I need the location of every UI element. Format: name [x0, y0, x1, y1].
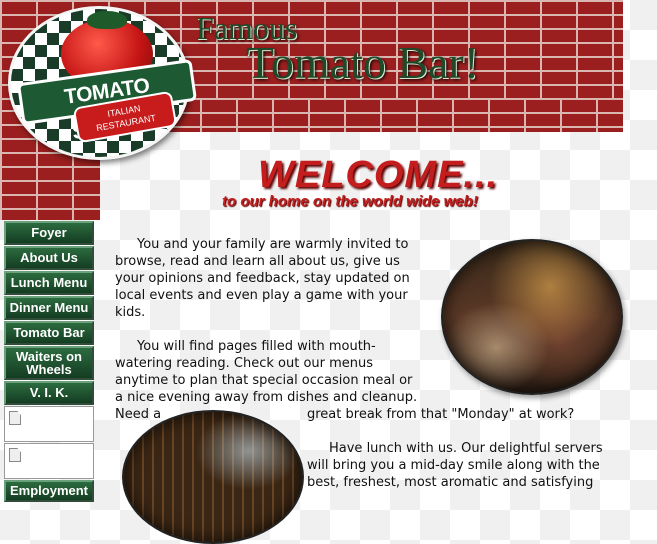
nav-dinner-menu-button[interactable]: Dinner Menu: [4, 296, 94, 320]
nav-lunch-menu-button[interactable]: Lunch Menu: [4, 271, 94, 295]
menus-paragraph-cont: great break from that "Monday" at work?: [307, 407, 575, 422]
nav-tomato-bar-button[interactable]: Tomato Bar: [4, 321, 94, 345]
broken-image-placeholder[interactable]: [4, 406, 94, 442]
welcome-title: WELCOME...: [258, 154, 499, 196]
header-tomato-bar: Tomato Bar!: [246, 37, 480, 88]
lunch-paragraph-text: Have lunch with us. Our delightful serve…: [307, 441, 603, 490]
wine-rack-photo: [122, 410, 304, 544]
nav-waiters-on-wheels-button[interactable]: Waiters on Wheels: [4, 346, 94, 380]
tomato-street-logo[interactable]: TOMATO STREET ITALIAN RESTAURANT: [8, 6, 198, 160]
lunch-paragraph: Have lunch with us. Our delightful serve…: [307, 440, 607, 491]
intro-paragraph: You and your family are warmly invited t…: [115, 236, 420, 321]
nav-vik-button[interactable]: V. I. K.: [4, 381, 94, 405]
broken-image-icon: [9, 411, 21, 425]
intro-paragraph-text: You and your family are warmly invited t…: [115, 237, 410, 320]
tomato-leaf-icon: [87, 11, 127, 29]
side-nav: Foyer About Us Lunch Menu Dinner Menu To…: [4, 221, 94, 503]
diners-photo: [441, 239, 623, 395]
nav-about-us-button[interactable]: About Us: [4, 246, 94, 270]
nav-foyer-button[interactable]: Foyer: [4, 221, 94, 245]
nav-employment-button[interactable]: Employment: [4, 480, 94, 502]
welcome-subtitle: to our home on the world wide web!: [222, 193, 478, 210]
broken-image-placeholder[interactable]: [4, 443, 94, 479]
broken-image-icon: [9, 448, 21, 462]
